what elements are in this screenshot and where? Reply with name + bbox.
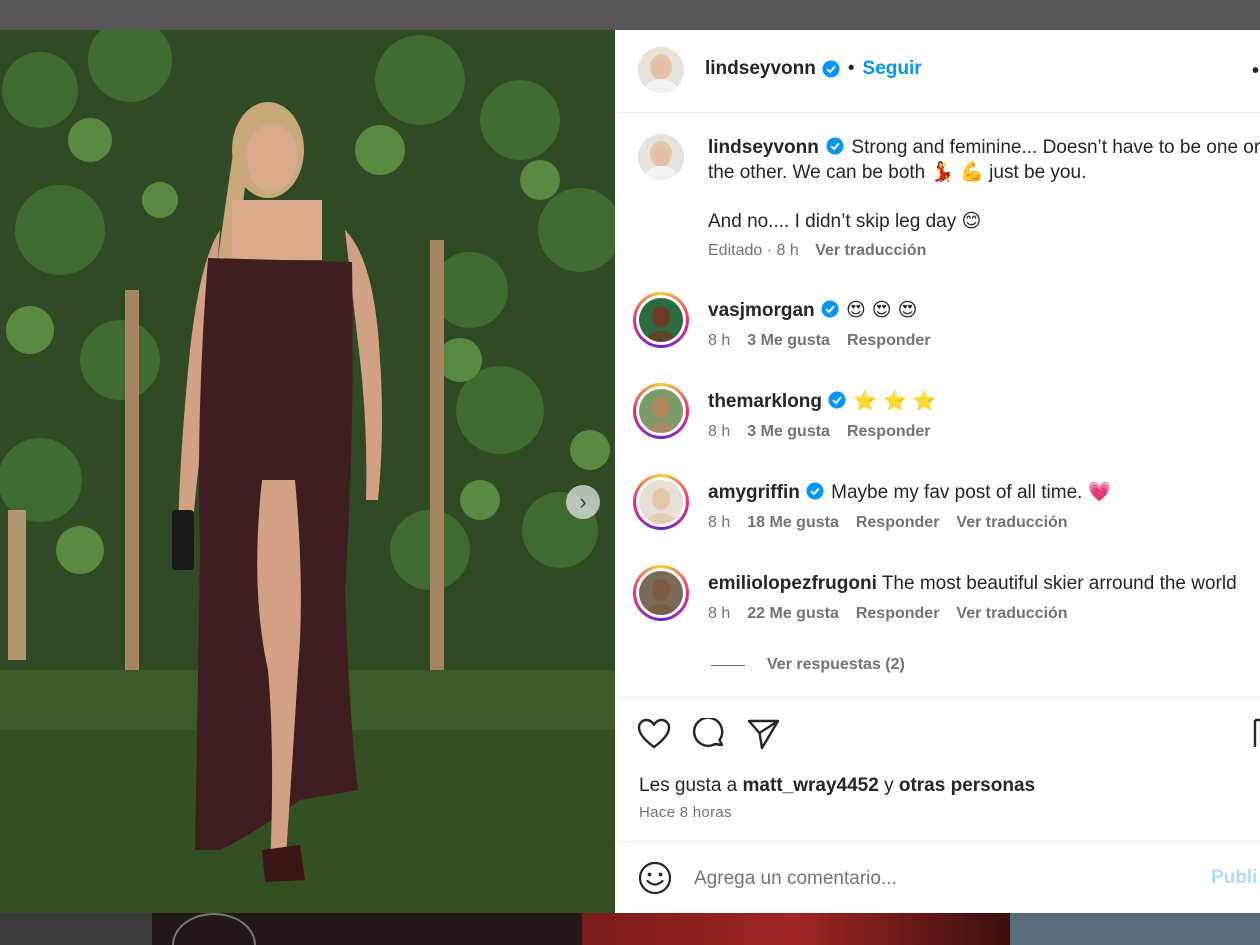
caption-line-2a: the other. We can be both: [708, 162, 926, 183]
related-posts-strip: [0, 913, 1260, 945]
post-photo[interactable]: ›: [0, 30, 615, 913]
comment: amygriffin Maybe my fav post of all time…: [708, 480, 1258, 532]
comment-time: 8 h: [708, 332, 731, 349]
likes-others[interactable]: otras personas: [899, 775, 1035, 796]
related-post-thumb[interactable]: [0, 913, 152, 945]
reply-button[interactable]: Responder: [847, 423, 931, 440]
likes-middle: y: [884, 775, 894, 796]
replies-line: [711, 664, 745, 666]
related-post-thumb[interactable]: [152, 913, 582, 945]
comment-text: The most beautiful skier arround the wor…: [876, 573, 1237, 594]
commenter-avatar[interactable]: [639, 389, 683, 433]
reply-button[interactable]: Responder: [856, 514, 940, 531]
caption: lindseyvonn Strong and feminine... Doesn…: [708, 135, 1260, 260]
comment-likes[interactable]: 18 Me gusta: [747, 514, 839, 531]
caption-edited-time: Editado · 8 h: [708, 242, 799, 259]
comment: themarklong ⭐ ⭐ ⭐ 8 h 3 Me gusta Responder: [708, 389, 1258, 441]
comment-bubble-icon[interactable]: [692, 718, 726, 750]
view-replies[interactable]: Ver respuestas (2): [711, 656, 905, 674]
translate-link[interactable]: Ver traducción: [956, 605, 1067, 622]
comment-text: Maybe my fav post of all time.: [825, 482, 1088, 503]
share-send-icon[interactable]: [747, 718, 781, 750]
verified-badge-icon: [828, 391, 846, 409]
commenter-username[interactable]: themarklong: [708, 391, 822, 412]
post-header: lindseyvonn • Seguir •: [615, 30, 1260, 113]
comment-likes[interactable]: 22 Me gusta: [747, 605, 839, 622]
commenter-avatar[interactable]: [639, 298, 683, 342]
likes-prefix: Les gusta a: [639, 775, 738, 796]
comment-emoji: ⭐ ⭐ ⭐: [853, 390, 937, 412]
comment-emoji: 😍 😍 😍: [845, 299, 918, 321]
verified-badge-icon: [826, 137, 844, 155]
post-side-panel: lindseyvonn • Seguir • lindseyvonn Stron…: [615, 30, 1260, 913]
caption-line-2b: just be you.: [989, 162, 1087, 183]
likes-summary: Les gusta a matt_wray4452 y otras person…: [639, 775, 1035, 797]
commenter-username[interactable]: amygriffin: [708, 482, 800, 503]
story-ring-inner: [636, 568, 686, 618]
caption-translate-link[interactable]: Ver traducción: [815, 242, 926, 259]
commenter-avatar[interactable]: [639, 571, 683, 615]
commenter-username[interactable]: vasjmorgan: [708, 300, 815, 321]
comment-time: 8 h: [708, 514, 731, 531]
story-ring-inner: [636, 295, 686, 345]
publish-button[interactable]: Publi: [1211, 867, 1257, 889]
translate-link[interactable]: Ver traducción: [956, 514, 1067, 531]
verified-badge-icon: [822, 60, 840, 78]
comment-time: 8 h: [708, 605, 731, 622]
separator-dot: •: [847, 58, 855, 79]
caption-line-1: Strong and feminine... Doesn’t have to b…: [851, 137, 1260, 158]
view-replies-link[interactable]: Ver respuestas (2): [767, 656, 905, 674]
author-avatar[interactable]: [638, 47, 684, 93]
related-post-thumb[interactable]: [1010, 913, 1260, 945]
comment-emoji: 💗: [1087, 481, 1112, 503]
author-username[interactable]: lindseyvonn: [705, 58, 816, 80]
photo-scene: [0, 30, 615, 913]
post-time: Hace 8 horas: [639, 804, 732, 821]
related-post-logo: [172, 913, 256, 945]
add-comment-input[interactable]: [692, 864, 1156, 894]
emoji-smiley-icon[interactable]: [638, 861, 672, 895]
caption-line-3-emoji: 😊: [961, 210, 982, 232]
comment-time: 8 h: [708, 423, 731, 440]
comment: vasjmorgan 😍 😍 😍 8 h 3 Me gusta Responder: [708, 298, 1258, 350]
story-ring[interactable]: [633, 292, 689, 348]
more-options-icon[interactable]: •: [1252, 60, 1259, 83]
caption-emojis: 💃 💪: [930, 161, 984, 183]
story-ring-inner: [636, 477, 686, 527]
save-bookmark-icon[interactable]: [1253, 718, 1260, 750]
reply-button[interactable]: Responder: [847, 332, 931, 349]
likes-user[interactable]: matt_wray4452: [743, 775, 879, 796]
comment-likes[interactable]: 3 Me gusta: [747, 423, 830, 440]
commenter-username[interactable]: emiliolopezfrugoni: [708, 573, 877, 594]
verified-badge-icon: [806, 482, 824, 500]
related-post-thumb[interactable]: [582, 913, 1010, 945]
caption-username[interactable]: lindseyvonn: [708, 137, 819, 158]
like-heart-icon[interactable]: [637, 718, 671, 750]
commenter-avatar[interactable]: [639, 480, 683, 524]
verified-badge-icon: [821, 300, 839, 318]
comment: emiliolopezfrugoni The most beautiful sk…: [708, 571, 1258, 623]
story-ring-inner: [636, 386, 686, 436]
story-ring[interactable]: [633, 383, 689, 439]
carousel-next-button[interactable]: ›: [566, 485, 600, 519]
comment-likes[interactable]: 3 Me gusta: [747, 332, 830, 349]
add-comment-bar: Publi: [615, 841, 1260, 914]
chevron-right-icon: ›: [579, 489, 587, 514]
reply-button[interactable]: Responder: [856, 605, 940, 622]
caption-author-avatar[interactable]: [638, 134, 684, 180]
follow-button[interactable]: Seguir: [863, 58, 922, 80]
story-ring[interactable]: [633, 474, 689, 530]
story-ring[interactable]: [633, 565, 689, 621]
action-bar: Les gusta a matt_wray4452 y otras person…: [615, 697, 1260, 843]
caption-line-3: And no.... I didn’t skip leg day: [708, 211, 957, 232]
browser-top-bar: [0, 0, 1260, 30]
